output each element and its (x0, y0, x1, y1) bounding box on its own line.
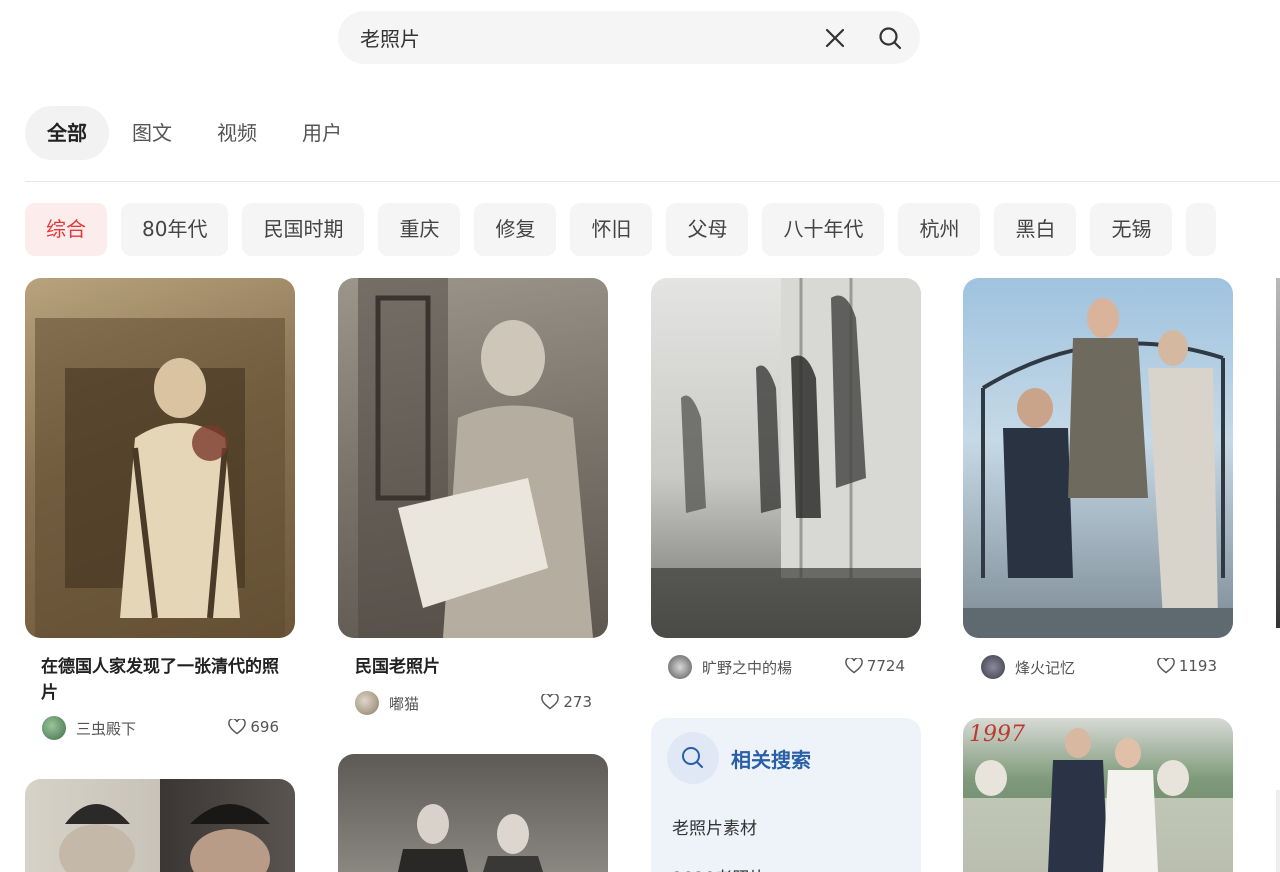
post-image[interactable] (25, 779, 295, 872)
like-count: 7724 (866, 657, 905, 675)
tab-video[interactable]: 视频 (195, 106, 279, 160)
filter-chip[interactable]: 无锡 (1090, 203, 1173, 256)
filter-chip[interactable]: 综合 (25, 203, 107, 256)
avatar[interactable] (668, 655, 692, 679)
like-count: 1193 (1178, 657, 1217, 675)
filter-chip[interactable]: 80年代 (121, 203, 229, 256)
post-meta: 三虫殿下 696 (42, 716, 279, 740)
filter-chips: 综合 80年代 民国时期 重庆 修复 怀旧 父母 八十年代 杭州 黑白 无锡 (25, 203, 1280, 256)
related-search-title: 相关搜索 (731, 748, 811, 772)
avatar[interactable] (981, 655, 1005, 679)
filter-chip[interactable]: 黑白 (994, 203, 1077, 256)
filter-chip[interactable]: 重庆 (378, 203, 461, 256)
like-button[interactable]: 1193 (1157, 657, 1217, 675)
post-image[interactable] (338, 278, 608, 638)
year-overlay: 1997 (969, 722, 1025, 747)
post-title[interactable]: 在德国人家发现了一张清代的照片 (41, 654, 291, 706)
post-meta: 嘟猫 273 (355, 691, 592, 715)
author-name[interactable]: 烽火记忆 (1015, 657, 1075, 678)
like-count: 273 (563, 693, 592, 711)
post-image[interactable] (25, 278, 295, 638)
post-title[interactable]: 民国老照片 (355, 654, 605, 680)
like-button[interactable]: 696 (228, 718, 279, 736)
post-image[interactable] (651, 278, 921, 638)
filter-chip[interactable]: 民国时期 (242, 203, 365, 256)
type-tabs: 全部 图文 视频 用户 (25, 106, 365, 160)
filter-chip[interactable]: 怀旧 (570, 203, 653, 256)
heart-icon (845, 658, 863, 674)
post-meta: 烽火记忆 1193 (981, 655, 1217, 679)
post-image[interactable] (338, 754, 608, 872)
related-search-item[interactable]: 2020老照片 (672, 864, 766, 872)
tab-all[interactable]: 全部 (25, 106, 109, 160)
filter-chip[interactable]: 修复 (474, 203, 557, 256)
post-image[interactable] (963, 278, 1233, 638)
search-bar (338, 11, 920, 64)
author-name[interactable]: 三虫殿下 (76, 718, 136, 739)
like-count: 696 (250, 718, 279, 736)
heart-icon (228, 719, 247, 735)
author-name[interactable]: 旷野之中的楊 (702, 657, 792, 678)
photo-art (963, 298, 1233, 638)
tab-image-text[interactable]: 图文 (110, 106, 194, 160)
related-search-item[interactable]: 老照片素材 (672, 814, 757, 839)
photo-art (358, 278, 593, 638)
photo-art (59, 804, 270, 872)
post-image[interactable]: 1997 (963, 718, 1233, 872)
filter-chip-more[interactable] (1186, 203, 1217, 256)
related-search-panel: 相关搜索 老照片素材 2020老照片 (651, 718, 921, 872)
avatar[interactable] (42, 716, 66, 740)
close-icon[interactable] (823, 26, 847, 50)
photo-art (398, 804, 543, 872)
like-button[interactable]: 273 (541, 693, 592, 711)
photo-art (651, 278, 921, 638)
avatar[interactable] (355, 691, 379, 715)
filter-chip[interactable]: 八十年代 (762, 203, 885, 256)
post-image[interactable] (1276, 278, 1280, 628)
post-image[interactable] (1276, 790, 1280, 872)
heart-icon (541, 694, 560, 710)
tab-users[interactable]: 用户 (280, 106, 364, 160)
filter-chip[interactable]: 杭州 (898, 203, 981, 256)
tabs-divider (25, 181, 1280, 182)
like-button[interactable]: 7724 (845, 657, 905, 675)
author-name[interactable]: 嘟猫 (389, 693, 419, 714)
search-input[interactable] (360, 11, 820, 64)
filter-chip[interactable]: 父母 (666, 203, 749, 256)
search-icon[interactable] (877, 25, 903, 51)
post-meta: 旷野之中的楊 7724 (668, 655, 905, 679)
photo-art (35, 318, 285, 638)
search-icon (667, 732, 719, 784)
heart-icon (1157, 658, 1175, 674)
